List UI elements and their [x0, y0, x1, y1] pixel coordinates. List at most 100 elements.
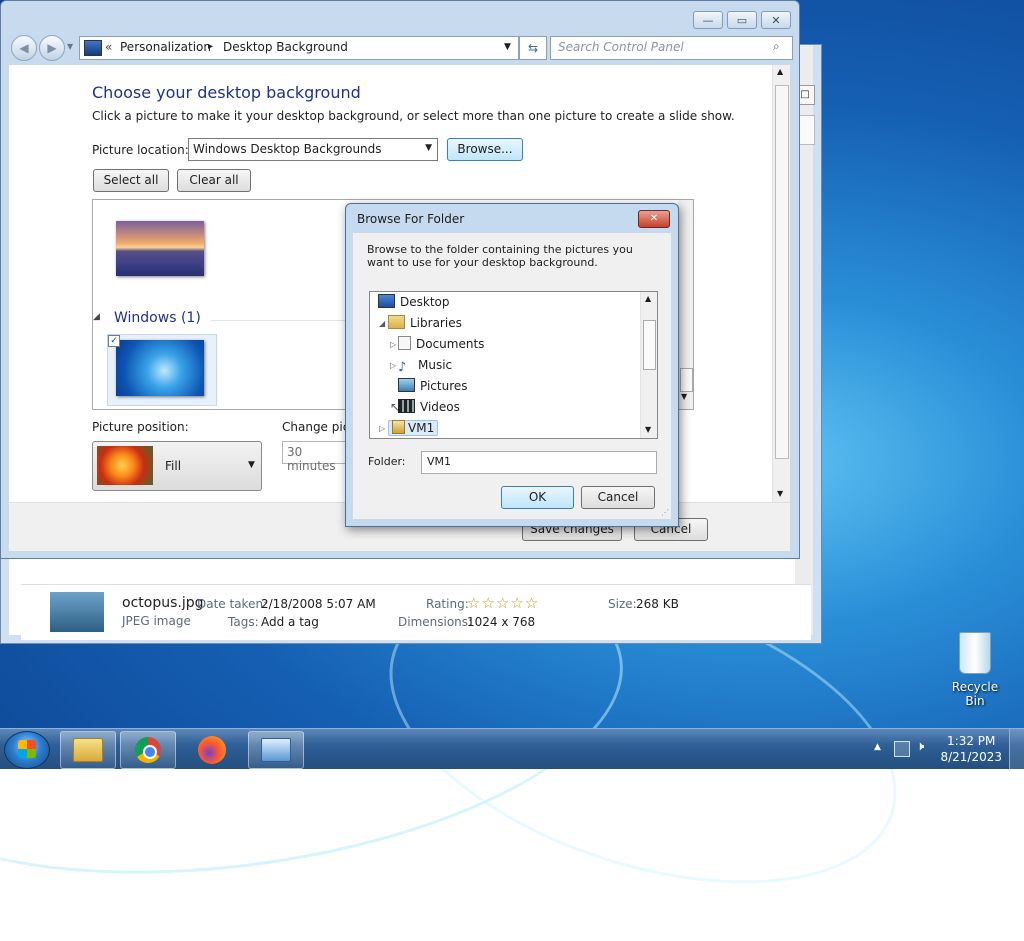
tree-item-music[interactable]: ♪ Music [398, 356, 452, 375]
search-box[interactable]: Search Control Panel ⌕ [550, 36, 793, 60]
breadcrumb-desktop-background[interactable]: Desktop Background [223, 40, 348, 54]
tags-value[interactable]: Add a tag [261, 615, 319, 629]
breadcrumb-personalization[interactable]: Personalization [120, 40, 211, 54]
address-dropdown-icon[interactable]: ▼ [504, 42, 511, 52]
clock-time: 1:32 PM [947, 734, 996, 748]
dialog-close-button[interactable]: ✕ [638, 210, 670, 228]
network-icon[interactable] [894, 741, 910, 757]
tree-item-pictures[interactable]: Pictures [398, 377, 468, 396]
picture-location-dropdown[interactable]: Windows Desktop Backgrounds ▼ [188, 138, 438, 161]
tree-item-label: VM1 [408, 421, 435, 435]
control-panel-icon [84, 40, 102, 56]
control-panel-icon [261, 738, 291, 762]
breadcrumb-separator[interactable]: ▸ [208, 41, 213, 52]
recycle-bin[interactable]: Recycle Bin [942, 632, 1008, 708]
tree-scroll-thumb[interactable] [643, 320, 656, 370]
music-icon: ♪ [398, 360, 407, 375]
selected-item-highlight[interactable]: VM1 [388, 420, 439, 436]
recycle-bin-label: Recycle Bin [951, 680, 999, 708]
tree-item-vm1[interactable]: VM1 [388, 419, 439, 438]
gallery-scroll-thumb[interactable] [680, 368, 693, 392]
content-scrollbar[interactable]: ▲ ▼ [772, 65, 790, 502]
recycle-bin-icon [959, 632, 991, 674]
date-taken-label: Date taken: [197, 597, 268, 611]
volume-muted-icon[interactable]: 🕨 [916, 739, 924, 754]
scroll-down-icon[interactable]: ▼ [777, 489, 783, 498]
dimensions-value: 1024 x 768 [467, 615, 536, 629]
show-desktop-button[interactable] [1009, 729, 1024, 769]
scroll-up-icon[interactable]: ▲ [777, 67, 783, 76]
folder-input[interactable]: VM1 [421, 451, 657, 474]
maximize-button[interactable]: ▭ [727, 11, 757, 29]
tree-item-videos[interactable]: Videos [398, 398, 460, 417]
back-button[interactable]: ◀ [11, 35, 37, 61]
scroll-up-icon[interactable]: ▲ [645, 294, 651, 303]
wallpaper-tile-windows[interactable]: ✓ [107, 334, 217, 406]
minimize-button[interactable]: — [693, 11, 723, 29]
picture-position-dropdown[interactable]: Fill ▼ [92, 441, 262, 491]
close-icon: ✕ [771, 13, 781, 27]
taskbar-firefox-button[interactable] [184, 731, 240, 769]
gallery-scrollbar[interactable]: ▼ [678, 200, 693, 409]
taskbar-chrome-button[interactable] [120, 731, 176, 769]
search-input[interactable]: Search Control Panel [558, 40, 684, 54]
group-header[interactable]: Windows (1) [114, 310, 201, 326]
expand-icon[interactable]: ▷ [390, 356, 396, 375]
scroll-down-icon[interactable]: ▼ [681, 392, 687, 401]
refresh-button[interactable]: ⇆ [519, 36, 547, 60]
videos-icon [398, 399, 415, 413]
address-chevrons[interactable]: « [105, 40, 112, 54]
expand-icon[interactable]: ▷ [379, 419, 385, 438]
file-type: JPEG image [122, 614, 191, 628]
tree-item-label: Music [418, 358, 453, 372]
interval-dropdown[interactable]: 30 minutes [282, 441, 348, 473]
clock[interactable]: 1:32 PM 8/21/2023 [940, 733, 1002, 765]
group-divider [211, 320, 351, 321]
content-scroll-thumb[interactable] [775, 85, 789, 459]
show-hidden-icons-icon[interactable]: ▲ [874, 742, 881, 752]
resize-grip-icon[interactable]: ⋰ [661, 508, 669, 517]
forward-button[interactable]: ▶ [39, 35, 65, 61]
close-icon: ✕ [649, 213, 659, 224]
dialog-cancel-button[interactable]: Cancel [581, 486, 655, 509]
refresh-icon: ⇆ [527, 41, 539, 55]
file-name: octopus.jpg [122, 595, 204, 611]
libraries-icon [388, 315, 405, 329]
windows-wallpaper-thumbnail[interactable] [116, 340, 204, 396]
address-bar[interactable]: « Personalization ▸ Desktop Background ▼ [79, 36, 519, 60]
search-icon[interactable]: ⌕ [773, 39, 780, 54]
pictures-icon [398, 378, 415, 392]
interval-value: 30 minutes [287, 445, 336, 473]
title-bar[interactable]: — ▭ ✕ [1, 1, 799, 31]
tree-item-label: Libraries [410, 316, 462, 330]
start-button[interactable] [4, 731, 50, 769]
documents-icon [398, 336, 411, 350]
scroll-down-icon[interactable]: ▼ [645, 425, 651, 434]
tree-item-label: Pictures [420, 379, 468, 393]
back-arrow-icon: ◀ [19, 41, 29, 55]
select-all-button[interactable]: Select all [93, 169, 169, 192]
dialog-title: Browse For Folder [357, 212, 465, 226]
collapse-icon[interactable]: ◢ [379, 314, 385, 333]
clear-all-button[interactable]: Clear all [177, 169, 251, 192]
tree-item-desktop[interactable]: Desktop [378, 293, 450, 312]
taskbar-control-panel-button[interactable] [248, 731, 304, 769]
wallpaper-checkbox[interactable]: ✓ [108, 335, 120, 347]
browse-for-folder-dialog[interactable]: Browse For Folder ✕ Browse to the folder… [345, 203, 679, 527]
tree-item-libraries[interactable]: Libraries [388, 314, 462, 333]
tree-item-documents[interactable]: Documents [398, 335, 484, 354]
wallpaper-thumbnail[interactable] [116, 221, 204, 276]
browse-button[interactable]: Browse... [447, 138, 523, 161]
group-collapse-icon[interactable]: ◢ [93, 312, 100, 322]
rating-stars[interactable]: ☆☆☆☆☆ [467, 594, 539, 612]
recent-pages-chevron-icon[interactable]: ▼ [67, 42, 73, 51]
ok-button[interactable]: OK [501, 486, 574, 509]
close-button[interactable]: ✕ [761, 11, 791, 29]
size-label: Size: [608, 597, 637, 611]
details-pane: octopus.jpg JPEG image Date taken: 2/18/… [21, 584, 811, 640]
chevron-down-icon: ▼ [248, 460, 255, 470]
expand-icon[interactable]: ▷ [390, 335, 396, 354]
folder-tree[interactable]: Desktop ◢ Libraries ▷ Documents ▷ ♪ Music… [369, 291, 658, 439]
tree-scrollbar[interactable]: ▲ ▼ [640, 292, 657, 438]
taskbar-explorer-button[interactable] [60, 731, 116, 769]
